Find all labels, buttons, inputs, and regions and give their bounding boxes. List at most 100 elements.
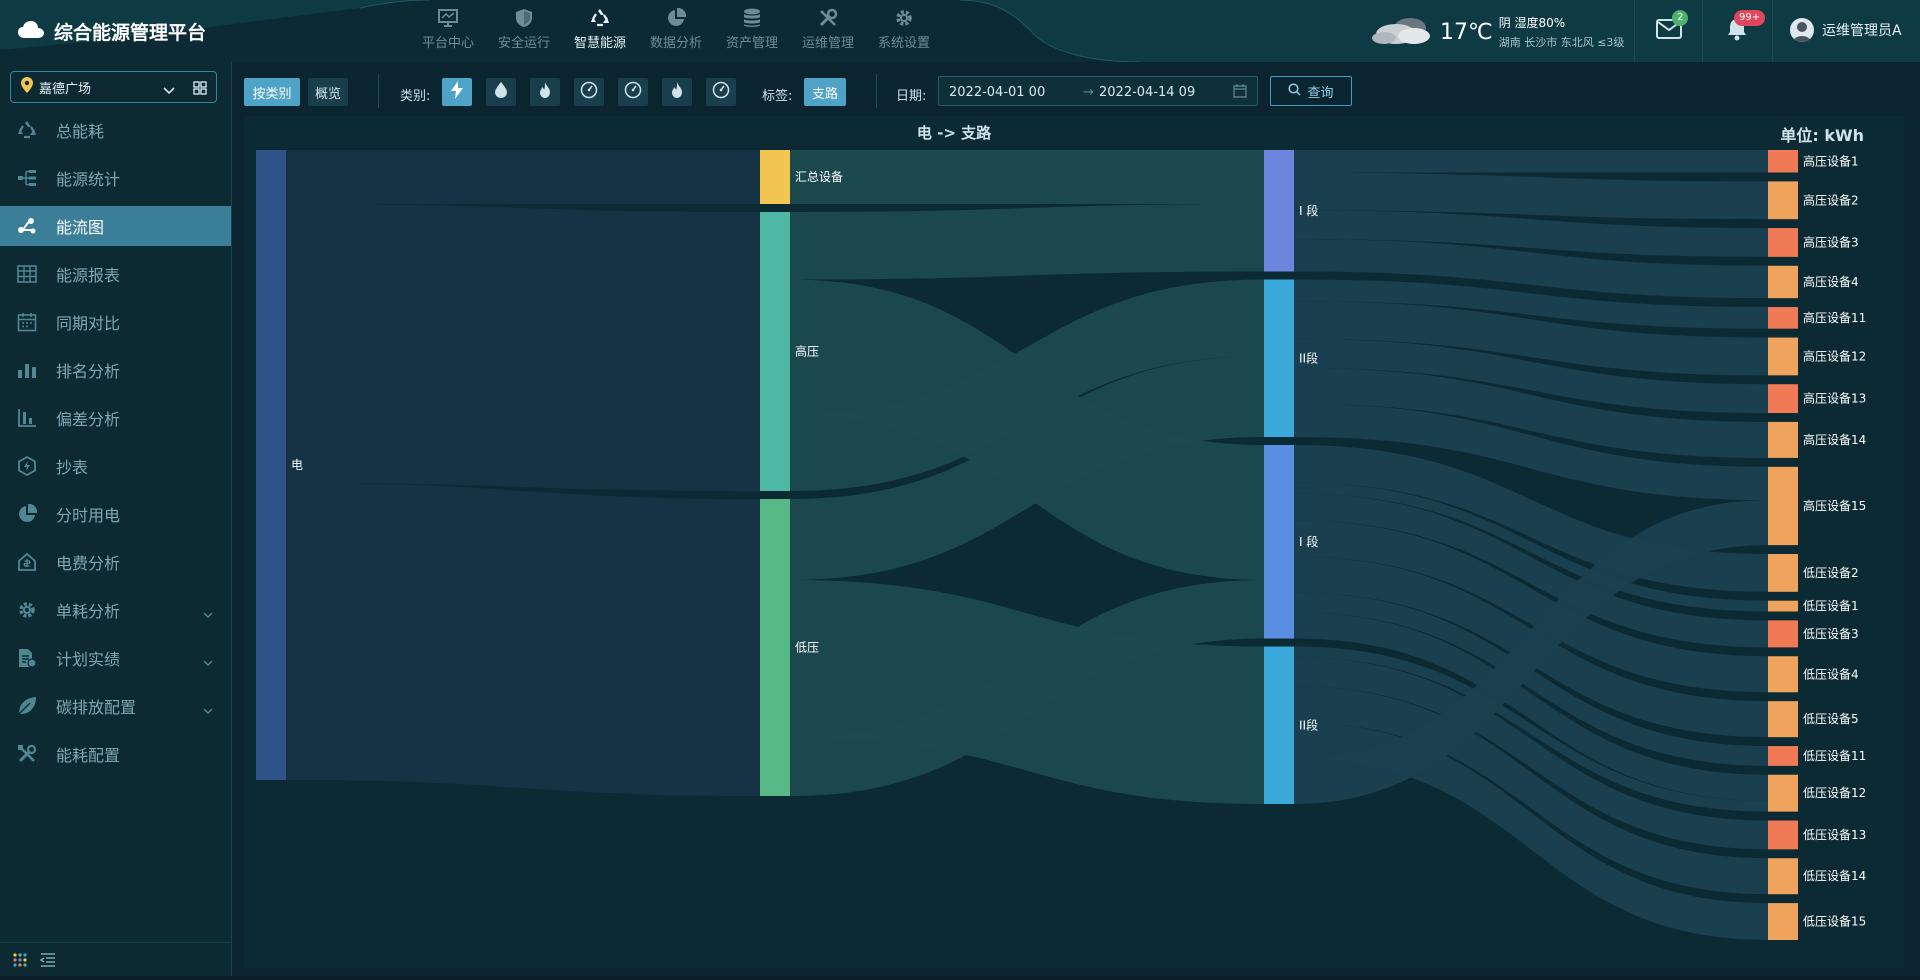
sankey-node-label: 高压设备3: [1803, 234, 1859, 249]
category-gas-button[interactable]: [530, 78, 560, 106]
sankey-node[interactable]: [1264, 445, 1294, 639]
category-meter-button-3[interactable]: [706, 78, 736, 106]
sankey-node[interactable]: [1768, 620, 1798, 648]
sankey-link[interactable]: [286, 150, 760, 204]
sidebar-item-8[interactable]: 分时用电: [0, 494, 231, 534]
grid-icon[interactable]: [193, 80, 207, 99]
sankey-node[interactable]: [1264, 150, 1294, 272]
topnav-item-0[interactable]: 平台中心: [410, 8, 486, 51]
topnav-item-3[interactable]: 数据分析: [638, 8, 714, 51]
sankey-node[interactable]: [1768, 150, 1798, 173]
notification-button[interactable]: 99+: [1722, 10, 1766, 46]
sankey-node-label: 低压设备5: [1803, 712, 1859, 726]
topnav-item-6[interactable]: 系统设置: [866, 8, 942, 51]
sankey-node[interactable]: [1768, 746, 1798, 766]
sidebar-item-5[interactable]: 排名分析: [0, 350, 231, 390]
sankey-node[interactable]: [1768, 307, 1798, 329]
weather-temperature: 17℃: [1440, 19, 1493, 45]
sankey-link[interactable]: [286, 483, 760, 796]
sankey-node[interactable]: [1768, 701, 1798, 738]
sidebar-item-6[interactable]: 偏差分析: [0, 398, 231, 438]
water-drop-icon: [495, 82, 507, 102]
weather-widget: 17℃ 阴 湿度80% 湖南 长沙市 东北风 ≤3级: [1370, 14, 1624, 50]
sankey-node[interactable]: [1768, 466, 1798, 546]
category-electricity-button[interactable]: [442, 78, 472, 106]
date-end[interactable]: 2022-04-14 09: [1099, 85, 1195, 100]
topnav-item-1[interactable]: 安全运行: [486, 8, 562, 51]
query-button[interactable]: 查询: [1270, 76, 1352, 106]
gauge-icon: [624, 81, 642, 103]
topnav-label: 数据分析: [649, 36, 702, 51]
sidebar-item-11[interactable]: 计划实绩: [0, 638, 231, 678]
sankey-node[interactable]: [1768, 656, 1798, 693]
category-meter-button-1[interactable]: [574, 78, 604, 106]
topnav-label: 安全运行: [497, 36, 550, 51]
sidebar-item-label: 计划实绩: [56, 650, 121, 669]
category-heat-button[interactable]: [662, 78, 692, 106]
topnav-item-4[interactable]: 资产管理: [714, 8, 790, 51]
sankey-panel: 电 汇总设备 高压 低压 I 段 II段 I 段 II段 高压设备1 高压设备2 高压设备3 高压设备…: [244, 116, 1904, 968]
sidebar-item-1[interactable]: 能源统计: [0, 158, 231, 198]
date-range-picker[interactable]: 2022-04-01 00 → 2022-04-14 09: [938, 76, 1258, 106]
sankey-node[interactable]: [1768, 858, 1798, 895]
sankey-link[interactable]: [790, 204, 1264, 280]
user-menu[interactable]: 运维管理员A: [1790, 18, 1902, 42]
topnav-label: 资产管理: [725, 36, 778, 51]
sankey-link[interactable]: [286, 204, 760, 491]
topnav-item-2[interactable]: 智慧能源: [562, 8, 638, 51]
sankey-node[interactable]: [1264, 279, 1294, 438]
sankey-node-label: 汇总设备: [795, 170, 843, 184]
sankey-node[interactable]: [1264, 646, 1294, 805]
collapse-menu-icon[interactable]: [39, 952, 56, 971]
sidebar-item-13[interactable]: 能耗配置: [0, 734, 231, 774]
sidebar-item-10[interactable]: 单耗分析: [0, 590, 231, 630]
category-water-button[interactable]: [486, 78, 516, 106]
site-name: 嘉德广场: [39, 81, 92, 97]
sidebar-item-label: 碳排放配置: [56, 698, 137, 717]
tag-branch-button[interactable]: 支路: [804, 78, 846, 106]
weather-location: 湖南 长沙市 东北风 ≤3级: [1498, 36, 1625, 49]
sidebar-item-0[interactable]: 总能耗: [0, 110, 231, 150]
sidebar-item-label: 能耗配置: [56, 746, 121, 765]
sankey-node[interactable]: [760, 499, 790, 796]
chart-unit: 单位: kWh: [1780, 126, 1864, 145]
sankey-node[interactable]: [256, 150, 286, 780]
sidebar-item-4[interactable]: 同期对比: [0, 302, 231, 342]
sankey-node[interactable]: [1768, 903, 1798, 940]
sankey-node[interactable]: [760, 212, 790, 491]
sankey-node[interactable]: [1768, 421, 1798, 458]
sankey-node[interactable]: [1768, 181, 1798, 220]
sankey-node[interactable]: [1768, 600, 1798, 612]
sidebar-item-12[interactable]: 碳排放配置: [0, 686, 231, 726]
mail-button[interactable]: 2: [1654, 10, 1689, 46]
sankey-node-label: 高压设备11: [1803, 310, 1866, 325]
sidebar-item-2[interactable]: 能流图: [0, 206, 231, 246]
site-select[interactable]: 嘉德广场: [10, 71, 217, 103]
top-nav: 平台中心 安全运行 智慧能源 数据分析 资产管理 运维管理 系统设置: [410, 8, 942, 51]
sankey-node[interactable]: [1768, 774, 1798, 812]
sankey-node[interactable]: [1768, 554, 1798, 592]
topnav-item-5[interactable]: 运维管理: [790, 8, 866, 51]
sankey-node[interactable]: [1768, 265, 1798, 299]
sankey-node[interactable]: [1768, 384, 1798, 414]
notification-badge: 99+: [1734, 10, 1766, 26]
app-logo[interactable]: 综合能源管理平台: [18, 18, 206, 45]
apps-grid-icon[interactable]: [12, 952, 28, 972]
category-meter-button-2[interactable]: [618, 78, 648, 106]
overview-button[interactable]: 概览: [308, 78, 348, 106]
sankey-node[interactable]: [1768, 820, 1798, 850]
sidebar-item-7[interactable]: 抄表: [0, 446, 231, 486]
sankey-link[interactable]: [1294, 150, 1768, 173]
meter-icon: [16, 456, 38, 476]
sankey-node[interactable]: [1768, 337, 1798, 376]
sankey-node[interactable]: [760, 150, 790, 204]
flow-icon: [16, 216, 38, 236]
sankey-link[interactable]: [790, 150, 1264, 204]
date-start[interactable]: 2022-04-01 00: [949, 85, 1045, 100]
sankey-node-label: II段: [1299, 350, 1318, 365]
by-category-button[interactable]: 按类别: [244, 78, 300, 106]
sidebar-item-3[interactable]: 能源报表: [0, 254, 231, 294]
sankey-node[interactable]: [1768, 228, 1798, 257]
sidebar-item-9[interactable]: 电费分析: [0, 542, 231, 582]
sankey-node-label: 高压设备1: [1803, 153, 1859, 168]
